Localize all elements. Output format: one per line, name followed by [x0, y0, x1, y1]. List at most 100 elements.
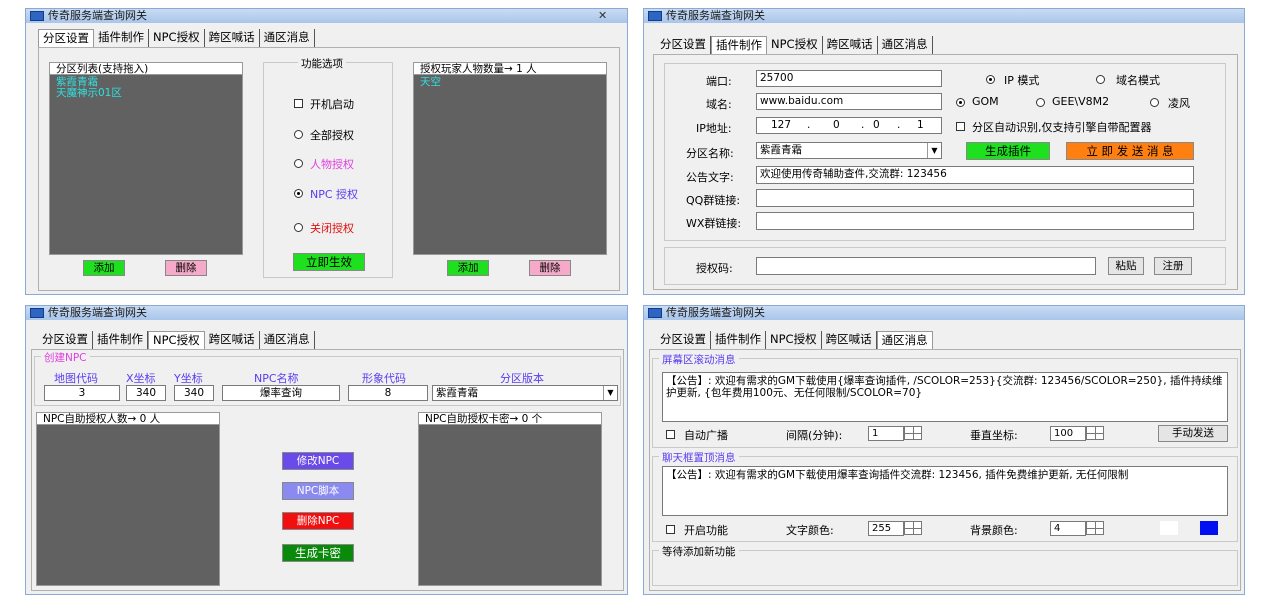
text-color-spinner[interactable]: [904, 521, 922, 535]
char-auth-radio[interactable]: [294, 159, 303, 168]
tab-npc-auth[interactable]: NPC授权: [148, 331, 205, 349]
bg-color-spinner[interactable]: [1086, 521, 1104, 535]
tab-zone-settings[interactable]: 分区设置: [656, 36, 711, 54]
interval-spinner[interactable]: [904, 426, 922, 440]
startup-checkbox[interactable]: [294, 99, 303, 108]
window-title: 传奇服务端查询网关: [666, 306, 765, 319]
npc-card-list[interactable]: NPC自助授权卡密→ 0 个: [418, 412, 602, 586]
tab-zone-settings[interactable]: 分区设置: [656, 331, 711, 349]
tab-zone-msg[interactable]: 通区消息: [878, 36, 933, 54]
npc-auth-user-list[interactable]: NPC自助授权人数→ 0 人: [36, 412, 220, 586]
look-code-input[interactable]: 8: [348, 385, 428, 401]
tab-plugin[interactable]: 插件制作: [94, 29, 149, 47]
paste-button[interactable]: 粘贴: [1108, 257, 1144, 275]
scroll-message-text[interactable]: 【公告】: 欢迎有需求的GM下载使用{爆率查询插件, /SCOLOR=253}{…: [662, 372, 1228, 422]
generate-plugin-button[interactable]: 生成插件: [966, 142, 1050, 160]
tab-plugin[interactable]: 插件制作: [711, 36, 767, 54]
blue-color-swatch[interactable]: [1200, 521, 1218, 535]
auto-detect-checkbox[interactable]: [956, 122, 965, 131]
npc-auth-radio[interactable]: [294, 189, 303, 198]
text-color-input[interactable]: 255: [868, 521, 904, 536]
ip-address-input[interactable]: 127 . 0 . 0 . 1: [756, 117, 942, 134]
chevron-down-icon[interactable]: ▼: [603, 386, 617, 400]
wx-link-input[interactable]: [756, 212, 1194, 230]
chat-top-title: 聊天框置顶消息: [659, 450, 739, 465]
tab-npc-auth[interactable]: NPC授权: [766, 331, 822, 349]
all-auth-radio[interactable]: [294, 130, 303, 139]
send-now-button[interactable]: 立 即 发 送 消 息: [1066, 142, 1194, 160]
window-npc-auth: 传奇服务端查询网关 分区设置 插件制作 NPC授权 跨区喊话 通区消息 创建NP…: [25, 305, 628, 595]
window-zone-message: 传奇服务端查询网关 分区设置 插件制作 NPC授权 跨区喊话 通区消息 屏幕区滚…: [643, 305, 1245, 595]
delete-player-button[interactable]: 删除: [529, 260, 571, 276]
tab-cross-shout[interactable]: 跨区喊话: [205, 29, 260, 47]
delete-npc-button[interactable]: 删除NPC: [282, 512, 354, 530]
tab-zone-msg[interactable]: 通区消息: [260, 331, 315, 349]
chat-top-text[interactable]: 【公告】: 欢迎有需求的GM下载使用爆率查询插件交流群: 123456, 插件免…: [662, 466, 1228, 516]
gee-radio[interactable]: [1036, 98, 1045, 107]
x-input[interactable]: 340: [126, 385, 166, 401]
tab-bar: 分区设置 插件制作 NPC授权 跨区喊话 通区消息: [38, 29, 315, 47]
chevron-down-icon[interactable]: ▼: [927, 143, 941, 158]
version-select[interactable]: 紫霞青霜 ▼: [432, 385, 618, 401]
vertical-input[interactable]: 100: [1050, 426, 1086, 441]
tab-npc-auth[interactable]: NPC授权: [767, 36, 823, 54]
tab-cross-shout[interactable]: 跨区喊话: [823, 36, 878, 54]
auto-detect-label: 分区自动识别,仅支持引擎自带配置器: [972, 121, 1152, 134]
function-options-title: 功能选项: [298, 56, 346, 71]
enable-feature-checkbox[interactable]: [666, 525, 675, 534]
tab-plugin[interactable]: 插件制作: [711, 331, 766, 349]
window-title: 传奇服务端查询网关: [48, 9, 147, 22]
list-item[interactable]: 天空: [420, 77, 441, 88]
auto-broadcast-label: 自动广播: [684, 429, 728, 442]
interval-input[interactable]: 1: [868, 426, 904, 441]
domain-mode-radio[interactable]: [1096, 75, 1105, 84]
notice-input[interactable]: 欢迎使用传奇辅助查件,交流群: 123456: [756, 166, 1194, 184]
delete-zone-button[interactable]: 删除: [165, 260, 207, 276]
add-zone-button[interactable]: 添加: [83, 260, 125, 276]
auth-code-input[interactable]: [756, 257, 1096, 275]
add-player-button[interactable]: 添加: [447, 260, 489, 276]
tab-zone-settings[interactable]: 分区设置: [38, 331, 93, 349]
col-look-code: 形象代码: [362, 372, 406, 385]
tab-zone-settings[interactable]: 分区设置: [38, 29, 94, 47]
register-button[interactable]: 注册: [1154, 257, 1192, 275]
ip-mode-radio[interactable]: [986, 75, 995, 84]
enable-feature-label: 开启功能: [684, 524, 728, 537]
domain-mode-label: 域名模式: [1116, 74, 1160, 87]
map-code-input[interactable]: 3: [44, 385, 120, 401]
white-color-swatch[interactable]: [1160, 521, 1178, 535]
zone-list[interactable]: 分区列表(支持拖入) 紫霞青霜 天魔神示01区: [49, 62, 243, 255]
tab-cross-shout[interactable]: 跨区喊话: [205, 331, 260, 349]
lingfeng-radio[interactable]: [1150, 98, 1159, 107]
bg-color-label: 背景颜色:: [970, 524, 1018, 537]
lingfeng-label: 凌风: [1168, 97, 1190, 110]
npc-name-input[interactable]: 爆率查询: [222, 385, 340, 401]
tab-plugin[interactable]: 插件制作: [93, 331, 148, 349]
npc-auth-user-header: NPC自助授权人数→ 0 人: [37, 413, 219, 425]
modify-npc-button[interactable]: 修改NPC: [282, 452, 354, 470]
y-input[interactable]: 340: [174, 385, 214, 401]
vertical-spinner[interactable]: [1086, 426, 1104, 440]
auth-player-list[interactable]: 授权玩家人物数量→ 1 人 天空: [413, 62, 607, 255]
gom-radio[interactable]: [956, 98, 965, 107]
close-icon[interactable]: ✕: [598, 9, 607, 23]
qq-link-input[interactable]: [756, 189, 1194, 207]
tab-zone-msg[interactable]: 通区消息: [260, 29, 315, 47]
close-auth-radio[interactable]: [294, 223, 303, 232]
zone-name-select[interactable]: 紫霞青霜 ▼: [756, 142, 942, 159]
port-input[interactable]: 25700: [756, 70, 942, 87]
auto-broadcast-checkbox[interactable]: [666, 430, 675, 439]
list-item[interactable]: 天魔神示01区: [56, 88, 122, 99]
tab-zone-msg[interactable]: 通区消息: [876, 331, 933, 349]
manual-send-button[interactable]: 手动发送: [1158, 425, 1228, 442]
ip-octet-4: 1: [917, 119, 924, 131]
npc-script-button[interactable]: NPC脚本: [282, 482, 354, 500]
auth-player-header: 授权玩家人物数量→ 1 人: [414, 63, 606, 75]
domain-input[interactable]: www.baidu.com: [756, 93, 942, 110]
generate-card-button[interactable]: 生成卡密: [282, 544, 354, 562]
bg-color-input[interactable]: 4: [1050, 521, 1086, 536]
tab-cross-shout[interactable]: 跨区喊话: [822, 331, 877, 349]
ip-dot: .: [861, 119, 865, 131]
tab-npc-auth[interactable]: NPC授权: [149, 29, 205, 47]
apply-now-button[interactable]: 立即生效: [293, 253, 365, 271]
